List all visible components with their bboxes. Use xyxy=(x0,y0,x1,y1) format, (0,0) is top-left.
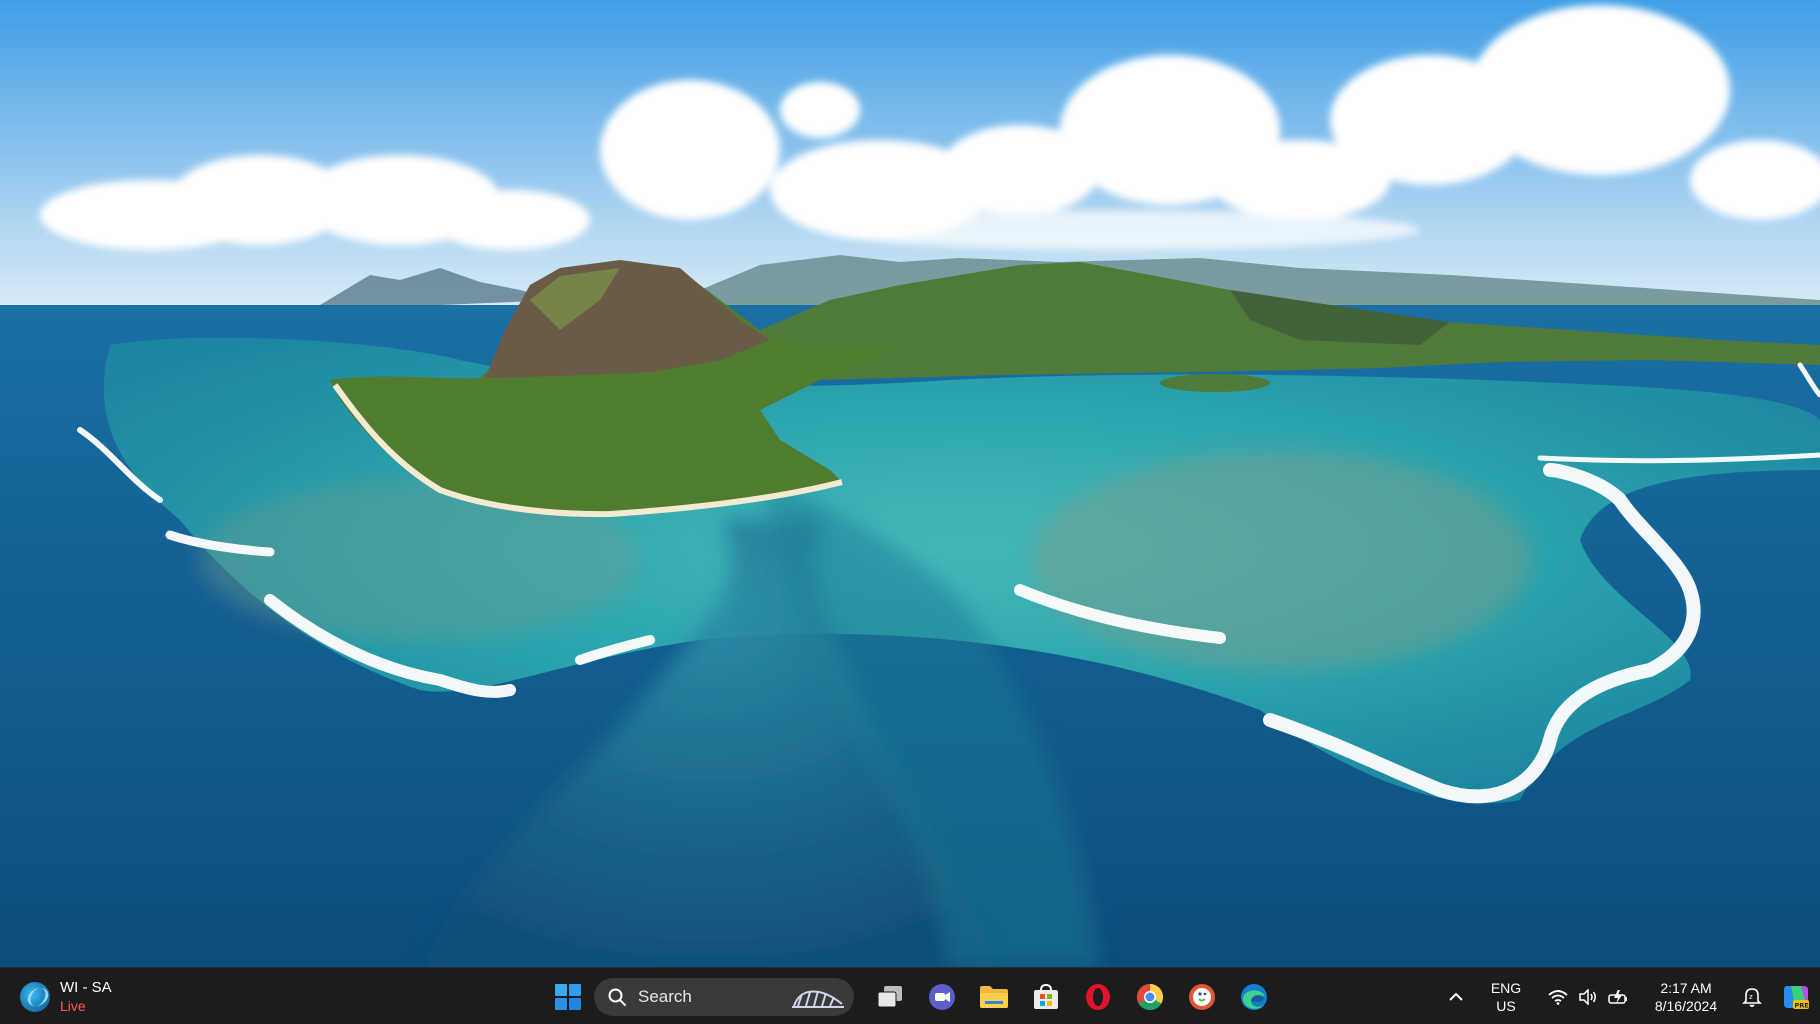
keyboard-layout: US xyxy=(1496,997,1516,1014)
svg-text:PRE: PRE xyxy=(1795,1001,1809,1009)
system-tray: ENG US 2:17 AM 8/16/2024 z PRE xyxy=(1438,968,1820,1024)
widget-text: WI - SA Live xyxy=(60,979,112,1015)
clock-time: 2:17 AM xyxy=(1660,979,1712,996)
search-highlight-icon xyxy=(792,990,844,1008)
copilot-button[interactable]: PRE xyxy=(1772,982,1820,1012)
svg-text:z: z xyxy=(1749,993,1753,1001)
news-widget[interactable]: WI - SA Live xyxy=(20,976,112,1018)
microsoft-store-button[interactable] xyxy=(1020,968,1072,1024)
video-chat-icon xyxy=(929,983,955,1010)
quick-settings-button[interactable] xyxy=(1538,988,1640,1005)
wallpaper-image xyxy=(0,0,1820,967)
clock-date[interactable]: 2:17 AM 8/16/2024 xyxy=(1640,979,1732,1015)
widget-title: WI - SA xyxy=(60,979,112,996)
cricket-logo-icon xyxy=(20,982,50,1012)
chrome-icon xyxy=(1136,983,1164,1010)
copilot-pre-icon: PRE xyxy=(1784,985,1809,1009)
search-icon xyxy=(608,988,626,1006)
file-explorer-button[interactable] xyxy=(968,968,1020,1024)
start-button[interactable] xyxy=(548,968,588,1024)
edge-button[interactable] xyxy=(1228,968,1280,1024)
store-icon xyxy=(1034,983,1058,1009)
wifi-icon xyxy=(1548,989,1568,1005)
taskbar-search-box[interactable]: Search xyxy=(594,977,854,1016)
windows-logo-icon xyxy=(555,983,581,1010)
taskbar: WI - SA Live Search ENG US 2:17 AM 8/16/… xyxy=(0,967,1820,1024)
chrome-button[interactable] xyxy=(1124,968,1176,1024)
widget-live-status: Live xyxy=(60,998,86,1014)
task-view-icon xyxy=(877,985,902,1007)
desktop-wallpaper xyxy=(0,0,1820,967)
duckduckgo-icon xyxy=(1189,983,1215,1010)
input-language-indicator[interactable]: ENG US xyxy=(1474,979,1538,1015)
language-code: ENG xyxy=(1490,979,1522,996)
duckduckgo-button[interactable] xyxy=(1176,968,1228,1024)
opera-button[interactable] xyxy=(1072,968,1124,1024)
battery-charging-icon xyxy=(1608,989,1627,1004)
meet-button[interactable] xyxy=(916,968,968,1024)
edge-icon xyxy=(1241,983,1267,1010)
volume-icon xyxy=(1579,988,1596,1005)
clock-date-text: 8/16/2024 xyxy=(1654,997,1718,1014)
search-label: Search xyxy=(638,986,692,1006)
task-view-button[interactable] xyxy=(864,968,916,1024)
notifications-button[interactable]: z xyxy=(1732,986,1772,1008)
opera-icon xyxy=(1086,983,1110,1010)
bell-snooze-icon: z xyxy=(1742,987,1762,1007)
folder-icon xyxy=(980,985,1008,1008)
show-hidden-icons-button[interactable] xyxy=(1438,968,1474,1024)
chevron-up-icon xyxy=(1449,992,1463,1001)
taskbar-center: Search xyxy=(548,968,1280,1024)
